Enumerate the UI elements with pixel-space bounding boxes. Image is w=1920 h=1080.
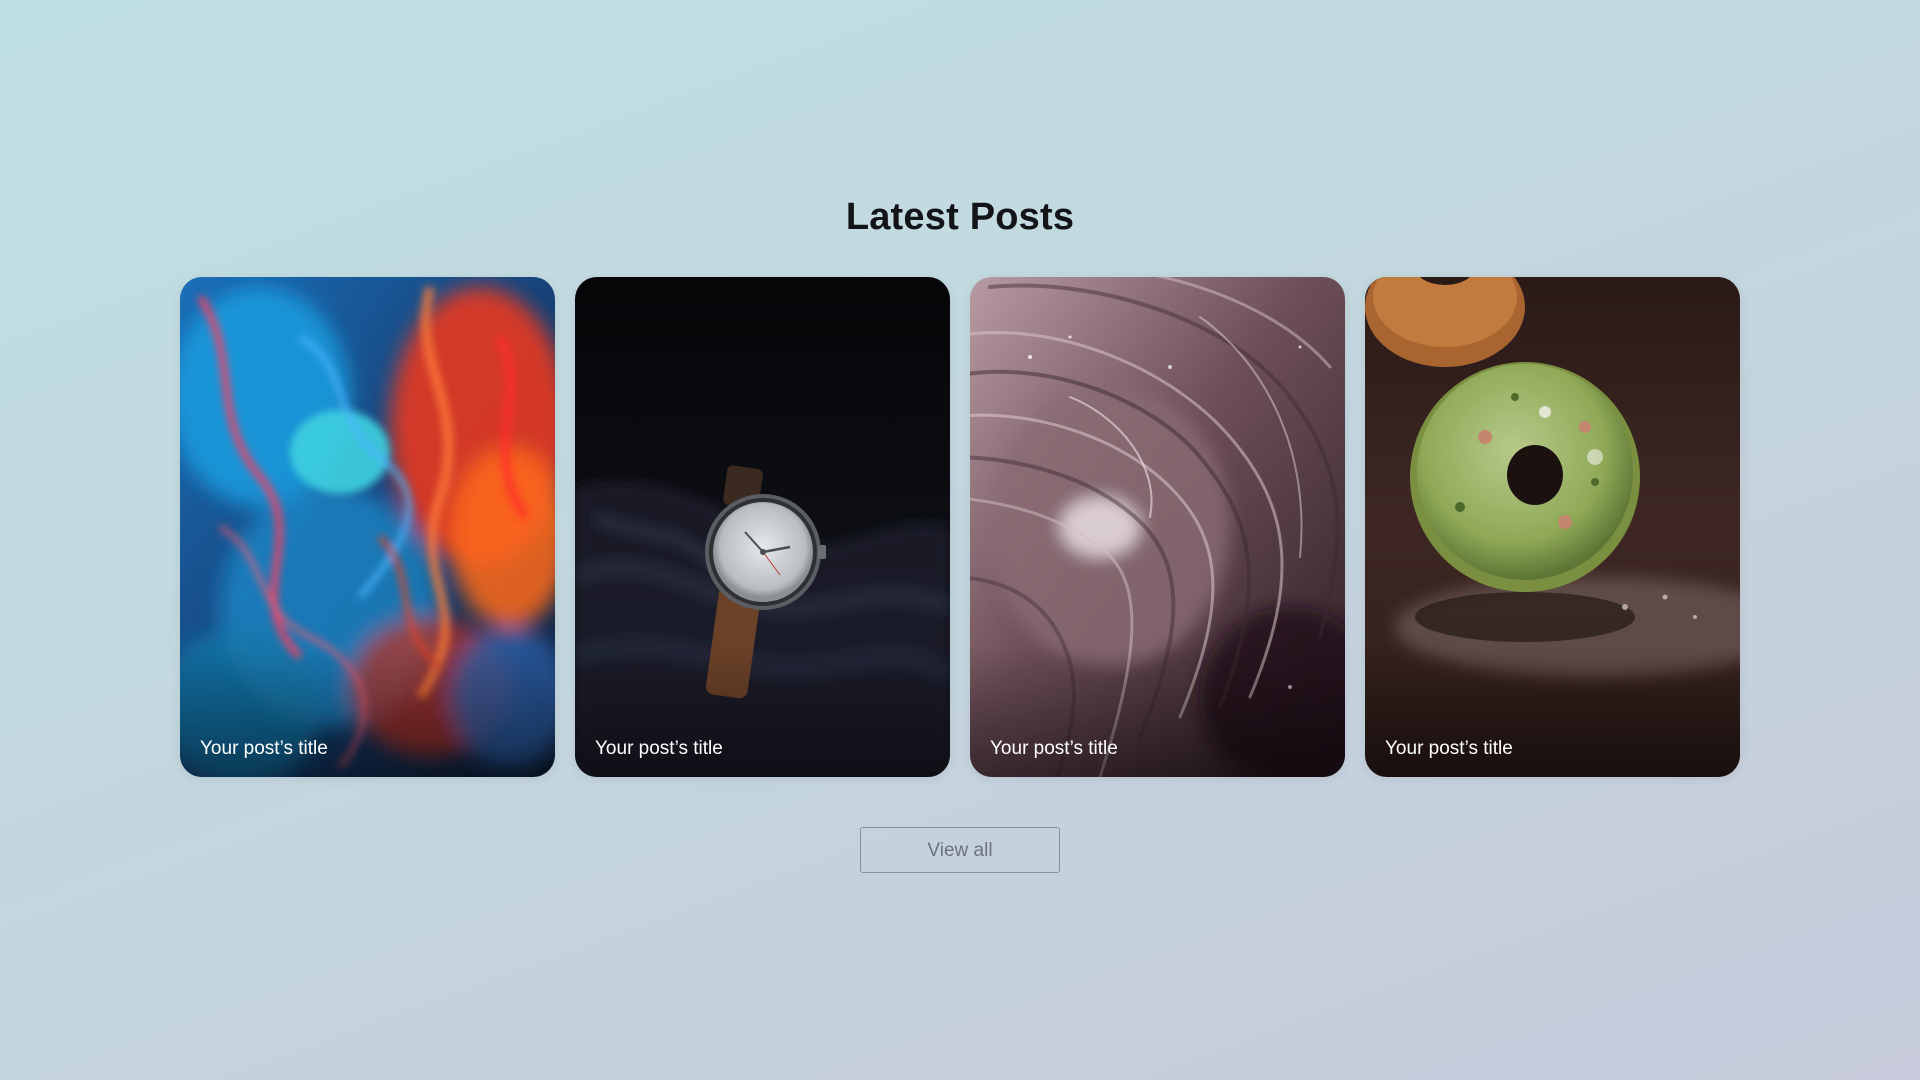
post-card[interactable]: Your post’s title [1365,277,1740,777]
view-all-button[interactable]: View all [860,827,1060,873]
post-card[interactable]: Your post’s title [575,277,950,777]
post-title[interactable]: Your post’s title [595,738,723,760]
post-title[interactable]: Your post’s title [1385,738,1513,760]
latest-posts-section: Latest Posts Your post’s title Your post… [0,0,1920,1080]
post-title[interactable]: Your post’s title [200,738,328,760]
section-heading: Latest Posts [845,196,1075,238]
posts-grid: Your post’s title Your post’s title Your… [180,277,1740,777]
post-card[interactable]: Your post’s title [970,277,1345,777]
post-title[interactable]: Your post’s title [990,738,1118,760]
post-card[interactable]: Your post’s title [180,277,555,777]
